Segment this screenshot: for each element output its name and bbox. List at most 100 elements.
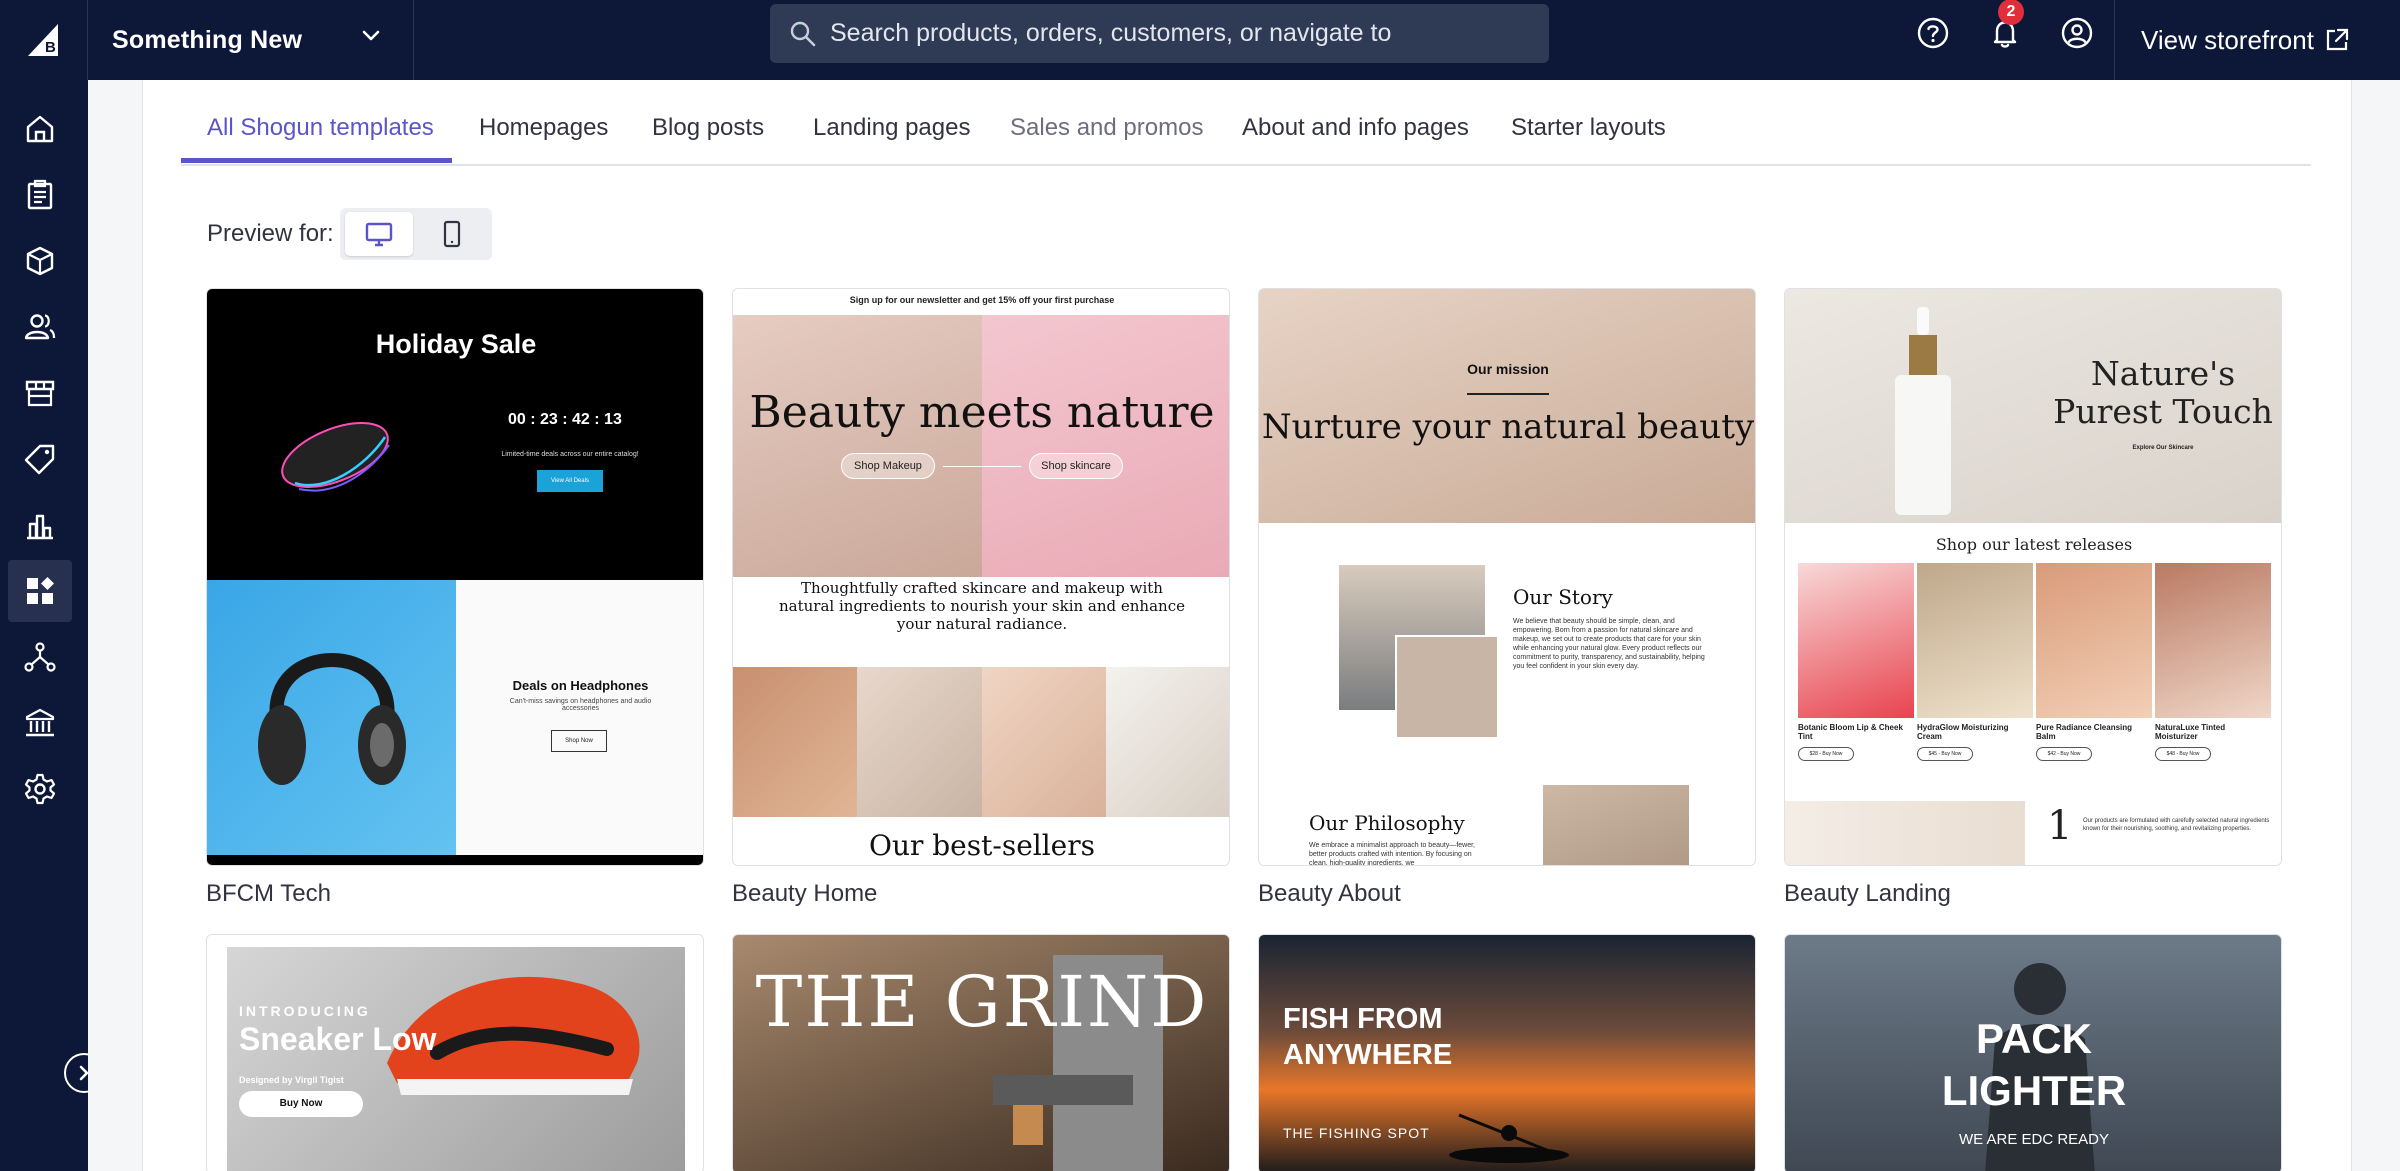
tab-homepages[interactable]: Homepages	[479, 114, 608, 142]
sidebar-item-customers[interactable]	[8, 296, 72, 358]
product-cta-4: $48 - Buy Now	[2155, 747, 2211, 761]
settings-icon	[24, 773, 56, 805]
template-thumbnail[interactable]: INTRODUCING Sneaker Low Designed by Virg…	[206, 934, 704, 1171]
mobile-icon	[443, 220, 461, 248]
main-content: All Shogun templates Homepages Blog post…	[88, 80, 2400, 1171]
template-thumbnail[interactable]: FISH FROM ANYWHERE THE FISHING SPOT	[1258, 934, 1756, 1171]
analytics-icon	[27, 514, 53, 540]
template-thumbnail[interactable]: PACK LIGHTER WE ARE EDC READY	[1784, 934, 2282, 1171]
thumb-banner: Sign up for our newsletter and get 15% o…	[849, 295, 1115, 305]
tab-starter-layouts[interactable]: Starter layouts	[1511, 114, 1666, 142]
template-name[interactable]: Beauty Home	[732, 880, 877, 908]
model-photo-4	[1106, 667, 1229, 817]
sidebar-item-products[interactable]	[8, 230, 72, 292]
thumb-shop-makeup-button: Shop Makeup	[841, 453, 935, 479]
sidebar-item-finance[interactable]	[8, 692, 72, 754]
home-icon	[26, 115, 54, 143]
template-thumbnail[interactable]: Holiday Sale 00 : 23 : 42 : 13 Limited-t…	[206, 288, 704, 866]
sidebar-item-settings[interactable]	[8, 758, 72, 820]
tab-landing-pages[interactable]: Landing pages	[813, 114, 970, 142]
product-image-4	[2155, 563, 2271, 718]
product-cta-3: $42 - Buy Now	[2036, 747, 2092, 761]
template-thumbnail[interactable]: THE GRIND	[732, 934, 1230, 1171]
bigcommerce-logo[interactable]: B	[0, 0, 88, 80]
global-search[interactable]: Search products, orders, customers, or n…	[770, 4, 1549, 63]
channels-icon	[24, 642, 56, 672]
sidebar-item-marketing[interactable]	[8, 428, 72, 490]
tab-sales-and-promos[interactable]: Sales and promos	[1010, 114, 1203, 142]
product-name-4: NaturaLuxe Tinted Moisturizer	[2155, 723, 2226, 741]
tab-all-shogun-templates[interactable]: All Shogun templates	[207, 114, 434, 142]
thumb-philosophy-heading: Our Philosophy	[1309, 811, 1465, 835]
thumb-eyebrow: INTRODUCING	[239, 1003, 371, 1019]
view-storefront-label: View storefront	[2141, 24, 2314, 55]
product-cta-1: $28 - Buy Now	[1798, 747, 1854, 761]
template-name[interactable]: BFCM Tech	[206, 880, 331, 908]
thumb-heading-line-1: PACK	[1976, 1015, 2092, 1062]
products-icon	[26, 246, 54, 276]
search-placeholder: Search products, orders, customers, or n…	[830, 19, 1392, 47]
thumb-shop-skincare-button: Shop skincare	[1029, 453, 1123, 479]
template-thumbnail[interactable]: Nature's Purest Touch Explore Our Skinca…	[1784, 288, 2282, 866]
thumb-number: 1	[2047, 803, 2073, 849]
account-icon[interactable]	[2058, 14, 2096, 52]
sidebar	[0, 80, 88, 1171]
hero-image-left	[733, 315, 982, 577]
template-name[interactable]: Beauty About	[1258, 880, 1401, 908]
hero-image	[1259, 289, 1755, 523]
store-name: Something New	[112, 25, 303, 54]
thumb-story-heading: Our Story	[1513, 585, 1613, 609]
preview-desktop-button[interactable]	[345, 212, 413, 256]
template-category-tabs: All Shogun templates Homepages Blog post…	[181, 80, 2311, 166]
storefront-icon	[25, 380, 55, 407]
product-name-3: Pure Radiance Cleansing Balm	[2036, 723, 2133, 741]
bank-icon	[25, 708, 55, 737]
marketing-icon	[24, 444, 55, 475]
thumb-deals-button: Shop Now	[551, 730, 607, 752]
sidebar-item-orders[interactable]	[8, 164, 72, 226]
orders-icon	[27, 179, 53, 210]
store-switcher[interactable]: Something New	[88, 0, 414, 80]
thumb-heading-line-2: LIGHTER	[1941, 1067, 2127, 1114]
thumb-divider	[1467, 393, 1549, 395]
tab-blog-posts[interactable]: Blog posts	[652, 114, 764, 142]
apps-icon	[27, 577, 54, 604]
model-photo-2	[857, 667, 982, 817]
sidebar-item-storefront[interactable]	[8, 362, 72, 424]
thumb-subtext: WE ARE EDC READY	[1958, 1131, 2110, 1148]
thumb-philosophy-text: We embrace a minimalist approach to beau…	[1309, 842, 1476, 866]
sidebar-item-channels[interactable]	[8, 626, 72, 688]
sidebar-item-home[interactable]	[8, 98, 72, 160]
sidebar-item-analytics[interactable]	[8, 494, 72, 556]
product-cta-2: $45 - Buy Now	[1917, 747, 1973, 761]
search-icon	[790, 21, 816, 46]
gaming-mouse-image	[281, 422, 390, 492]
template-thumbnail[interactable]: Our mission Nurture your natural beauty …	[1258, 288, 1756, 866]
hero-section: Holiday Sale 00 : 23 : 42 : 13 Limited-t…	[207, 289, 703, 580]
story-image-2	[1395, 635, 1499, 739]
template-thumbnail[interactable]: Sign up for our newsletter and get 15% o…	[732, 288, 1230, 866]
template-name[interactable]: Beauty Landing	[1784, 880, 1951, 908]
view-storefront-link[interactable]: View storefront	[2114, 0, 2400, 80]
thumb-heading: Holiday Sale	[375, 329, 537, 359]
active-tab-indicator	[181, 158, 452, 163]
thumb-heading: Nature's Purest Touch	[2053, 354, 2273, 431]
thumb-heading: Nurture your natural beauty	[1261, 407, 1755, 447]
deals-section: Deals on Headphones Can't-miss savings o…	[456, 580, 703, 855]
thumb-eyebrow: Our mission	[1467, 361, 1549, 377]
notification-count-badge: 2	[1998, 0, 2024, 25]
model-photo-1	[733, 667, 857, 817]
preview-device-toggle	[340, 208, 492, 260]
svg-text:B: B	[45, 39, 56, 56]
thumb-heading: Sneaker Low	[239, 1021, 437, 1057]
thumb-heading: Beauty meets nature	[749, 387, 1215, 438]
headphones-image	[207, 580, 456, 855]
preview-mobile-button[interactable]	[418, 212, 486, 256]
tab-about-and-info-pages[interactable]: About and info pages	[1242, 114, 1469, 142]
help-icon[interactable]	[1914, 14, 1952, 52]
hero-image-right	[982, 315, 1229, 577]
product-name-1: Botanic Bloom Lip & Cheek Tint	[1798, 723, 1903, 741]
thumb-subtext: THE FISHING SPOT	[1283, 1125, 1430, 1141]
sidebar-item-apps[interactable]	[8, 560, 72, 622]
thumb-deals-heading: Deals on Headphones	[512, 678, 649, 693]
